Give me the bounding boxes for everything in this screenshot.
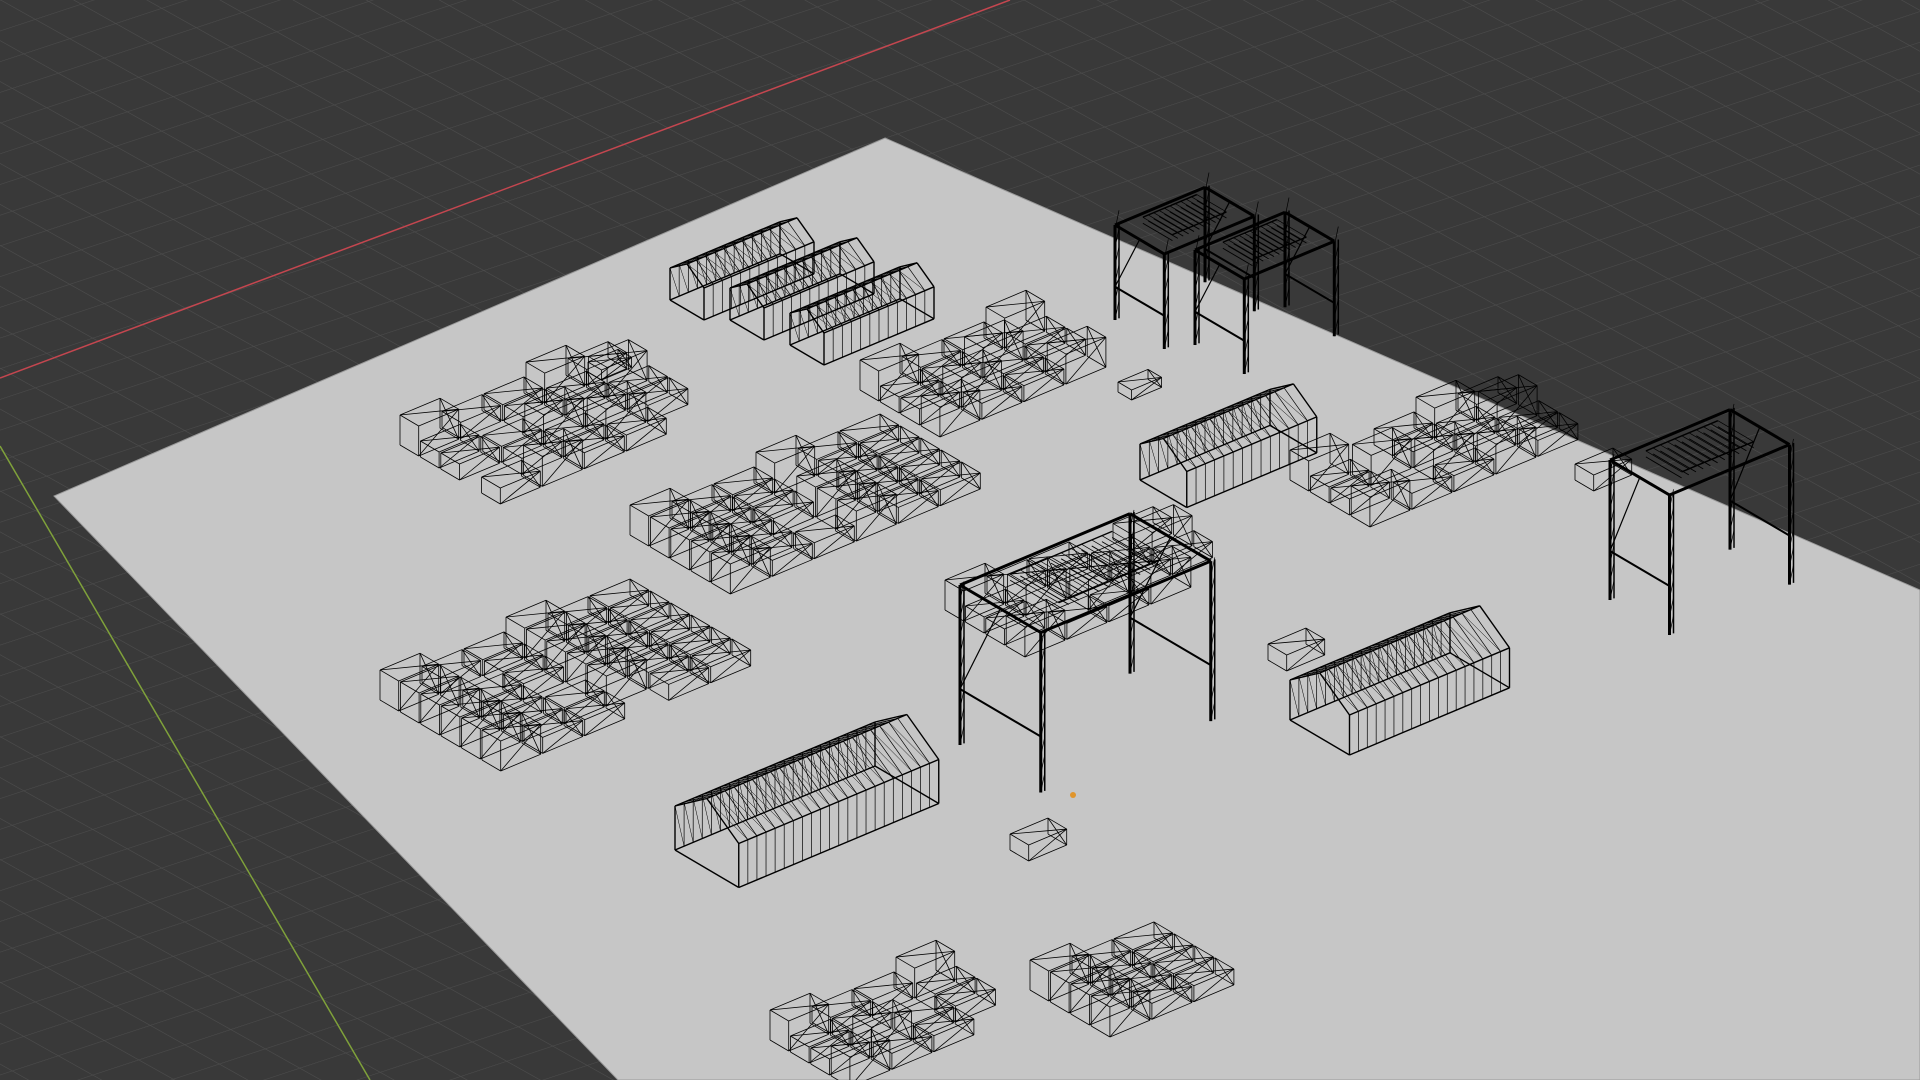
origin-marker[interactable] (1070, 792, 1076, 798)
viewport-scene[interactable] (0, 0, 1920, 1080)
3d-viewport[interactable] (0, 0, 1920, 1080)
